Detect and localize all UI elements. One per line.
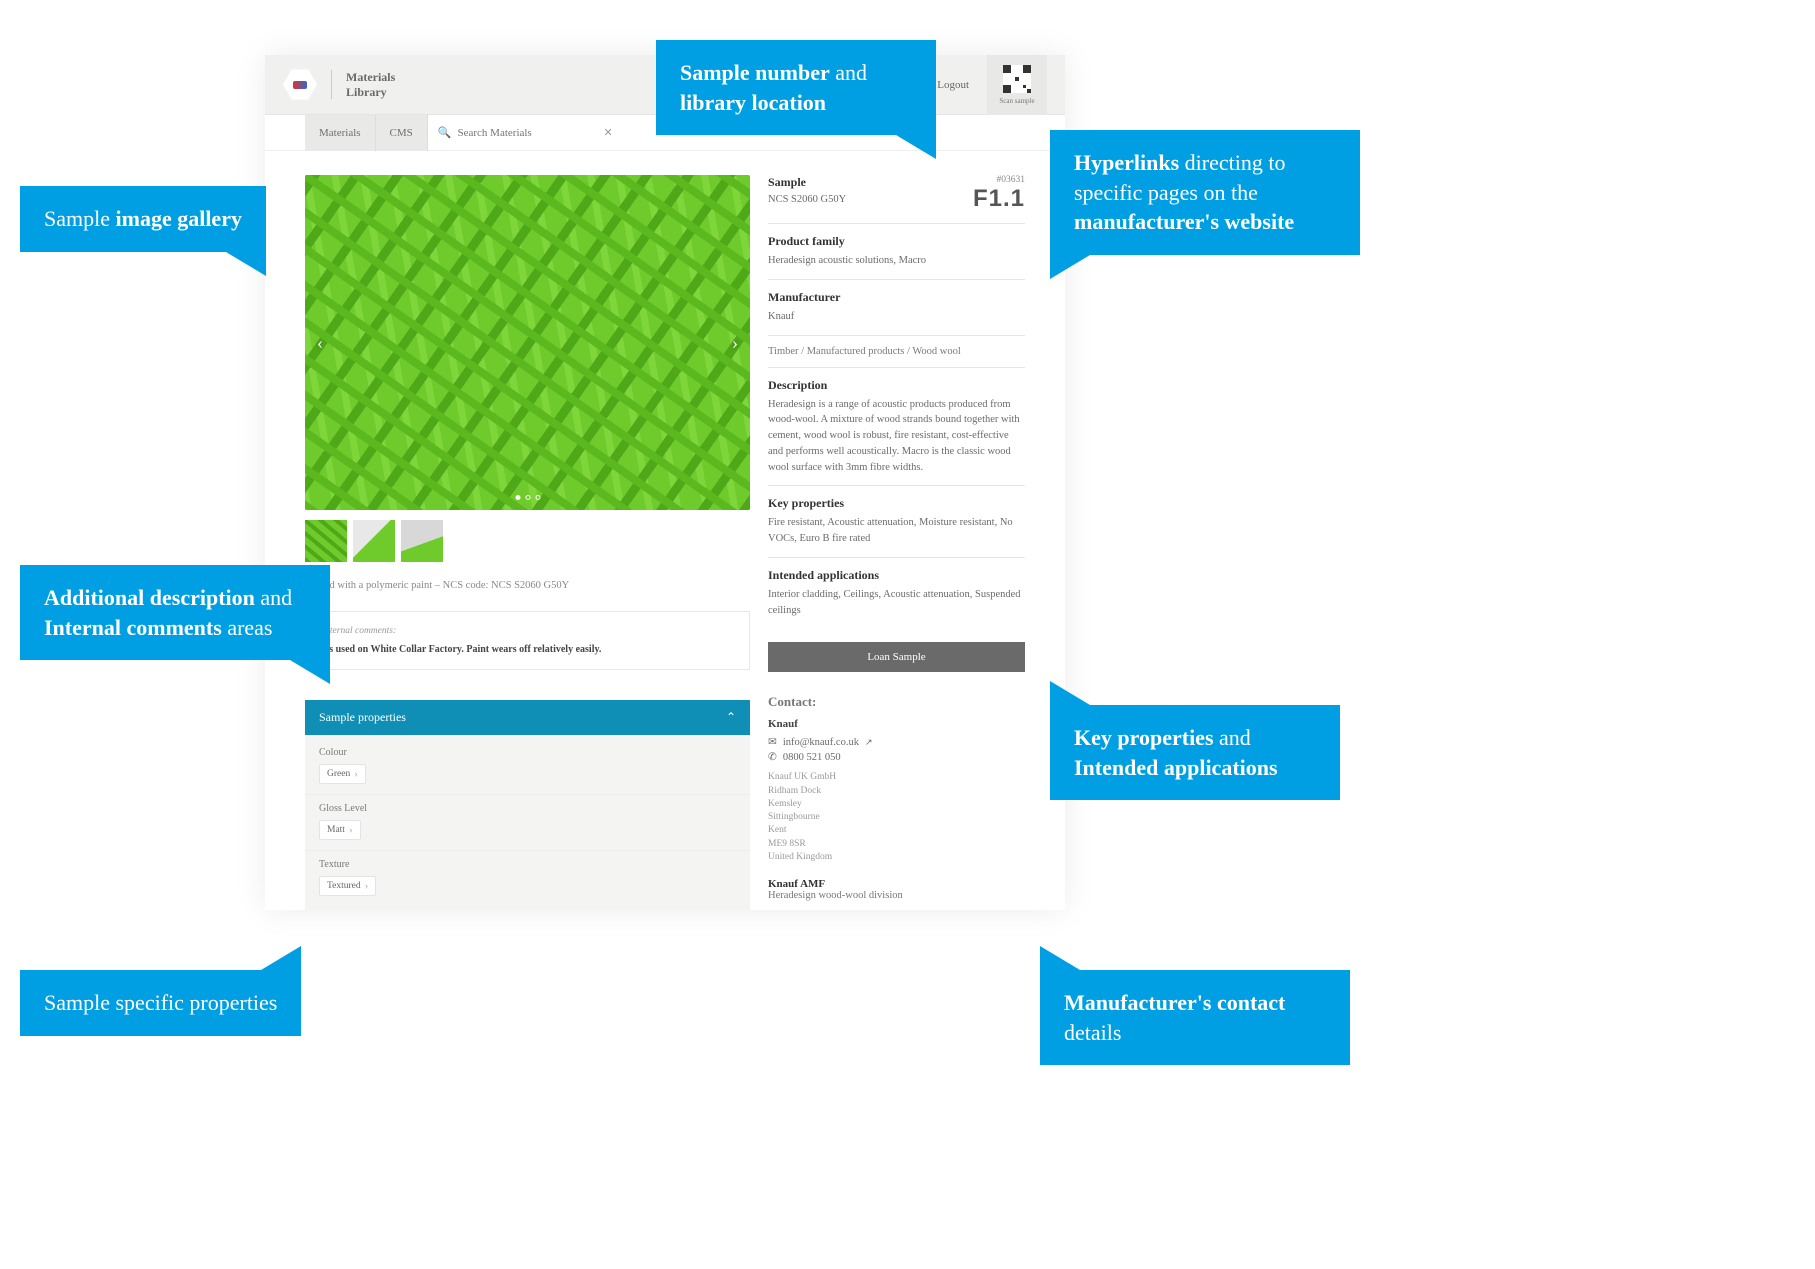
nav-logout[interactable]: Logout [937,79,969,91]
gallery-prev-button[interactable]: ‹ [317,332,323,353]
addr-line: Sittingbourne [768,811,1025,824]
gallery-dot[interactable] [525,495,530,500]
search-icon: 🔍 [438,126,452,139]
division-block: Knauf AMF Heradesign wood-wool division [768,878,1025,901]
scan-label: Scan sample [999,97,1034,105]
qr-icon [1003,65,1031,93]
sample-image-gallery: ‹ › [305,175,750,510]
division-name: Knauf AMF [768,878,1025,890]
comments-text: As used on White Collar Factory. Paint w… [322,644,601,655]
loan-sample-button[interactable]: Loan Sample [768,642,1025,672]
intended-applications-text: Interior cladding, Ceilings, Acoustic at… [768,587,1025,619]
contact-phone: 0800 521 050 [783,752,841,763]
phone-icon: ✆ [768,751,777,763]
callout-additional-description: Additional description and Internal comm… [20,565,330,660]
addr-line: Kent [768,824,1025,837]
comments-label: Internal comments: [322,626,733,636]
callout-sample-properties: Sample specific properties [20,970,301,1036]
brand-line1: Materials [346,70,395,84]
right-column: Sample NCS S2060 G50Y #03631 F1.1 Produc… [768,175,1025,910]
description-block: Description Heradesign is a range of aco… [768,368,1025,487]
accordion-body: Colour Green Gloss Level Matt Texture Te… [305,735,750,910]
sample-number: #03631 [973,175,1025,185]
sample-label: Sample [768,175,846,190]
brand-title: Materials Library [331,70,395,99]
intended-applications-label: Intended applications [768,568,1025,583]
search-wrap: 🔍 ✕ [428,126,648,139]
addr-line: United Kingdom [768,851,1025,864]
thumbnail[interactable] [353,520,395,562]
gallery-next-button[interactable]: › [732,332,738,353]
callout-key-properties: Key properties and Intended applications [1050,705,1340,800]
email-icon: ✉ [768,736,777,748]
clear-search-icon[interactable]: ✕ [604,126,613,139]
thumbnail[interactable] [305,520,347,562]
key-properties-label: Key properties [768,496,1025,511]
brand-line2: Library [346,85,395,99]
property-label: Colour [319,747,736,758]
contact-address: Knauf UK GmbH Ridham Dock Kemsley Sittin… [768,771,1025,864]
property-row-gloss: Gloss Level Matt [305,795,750,851]
thumbnail[interactable] [401,520,443,562]
gallery-dot[interactable] [515,495,520,500]
intended-applications-block: Intended applications Interior cladding,… [768,558,1025,629]
property-label: Texture [319,859,736,870]
contact-email: info@knauf.co.uk [783,737,859,748]
callout-sample-number: Sample number and library location [656,40,936,135]
product-family-value[interactable]: Heradesign acoustic solutions, Macro [768,253,1025,269]
tab-cms[interactable]: CMS [376,115,428,151]
manufacturer-block: Manufacturer Knauf [768,280,1025,336]
callout-image-gallery: Sample image gallery [20,186,266,252]
contact-company: Knauf [768,718,1025,730]
product-family-block: Product family Heradesign acoustic solut… [768,224,1025,280]
callout-manufacturer-contact: Manufacturer's contact details [1040,970,1350,1065]
app-window: Materials Library Contact Logout Scan sa… [265,55,1065,910]
chevron-up-icon: ⌃ [726,710,736,725]
category-breadcrumb-block: Timber / Manufactured products / Wood wo… [768,336,1025,368]
manufacturer-label: Manufacturer [768,290,1025,305]
manufacturer-link[interactable]: Knauf [768,309,1025,325]
addr-line: Knauf UK GmbH [768,771,1025,784]
search-input[interactable] [458,127,598,139]
left-column: ‹ › Coated with a polymeric paint – NCS … [305,175,750,910]
addr-line: ME9 8SR [768,838,1025,851]
key-properties-text: Fire resistant, Acoustic attenuation, Mo… [768,515,1025,547]
contact-phone-row[interactable]: ✆ 0800 521 050 [768,751,1025,763]
property-chip[interactable]: Textured [319,876,376,896]
contact-block: Contact: Knauf ✉ info@knauf.co.uk ↗ ✆ 08… [768,694,1025,901]
contact-email-row[interactable]: ✉ info@knauf.co.uk ↗ [768,736,1025,748]
key-properties-block: Key properties Fire resistant, Acoustic … [768,486,1025,558]
sample-header-block: Sample NCS S2060 G50Y #03631 F1.1 [768,175,1025,224]
brand-logo [283,68,317,102]
property-chip[interactable]: Matt [319,820,361,840]
content: ‹ › Coated with a polymeric paint – NCS … [265,151,1065,910]
internal-comments-box: Internal comments: As used on White Coll… [305,611,750,670]
tab-materials[interactable]: Materials [305,115,376,151]
addr-line: Ridham Dock [768,785,1025,798]
thumbnail-strip [305,520,750,562]
accordion-header[interactable]: Sample properties ⌃ [305,700,750,735]
contact-heading: Contact: [768,694,1025,710]
sample-properties-accordion: Sample properties ⌃ Colour Green Gloss L… [305,700,750,910]
gallery-caption: Coated with a polymeric paint – NCS code… [305,580,750,591]
description-text: Heradesign is a range of acoustic produc… [768,397,1025,476]
property-label: Gloss Level [319,803,736,814]
addr-line: Kemsley [768,798,1025,811]
category-breadcrumb[interactable]: Timber / Manufactured products / Wood wo… [768,346,1025,357]
product-family-label: Product family [768,234,1025,249]
library-location: F1.1 [973,185,1025,213]
property-row-colour: Colour Green [305,739,750,795]
accordion-title: Sample properties [319,710,406,725]
scan-sample-button[interactable]: Scan sample [987,55,1047,115]
gallery-dots [515,495,540,500]
description-label: Description [768,378,1025,393]
property-row-texture: Texture Textured [305,851,750,906]
property-chip[interactable]: Green [319,764,366,784]
division-sub: Heradesign wood-wool division [768,890,1025,901]
external-link-icon: ↗ [865,737,873,748]
sample-code: NCS S2060 G50Y [768,192,846,208]
gallery-dot[interactable] [535,495,540,500]
callout-hyperlinks: Hyperlinks directing to specific pages o… [1050,130,1360,255]
